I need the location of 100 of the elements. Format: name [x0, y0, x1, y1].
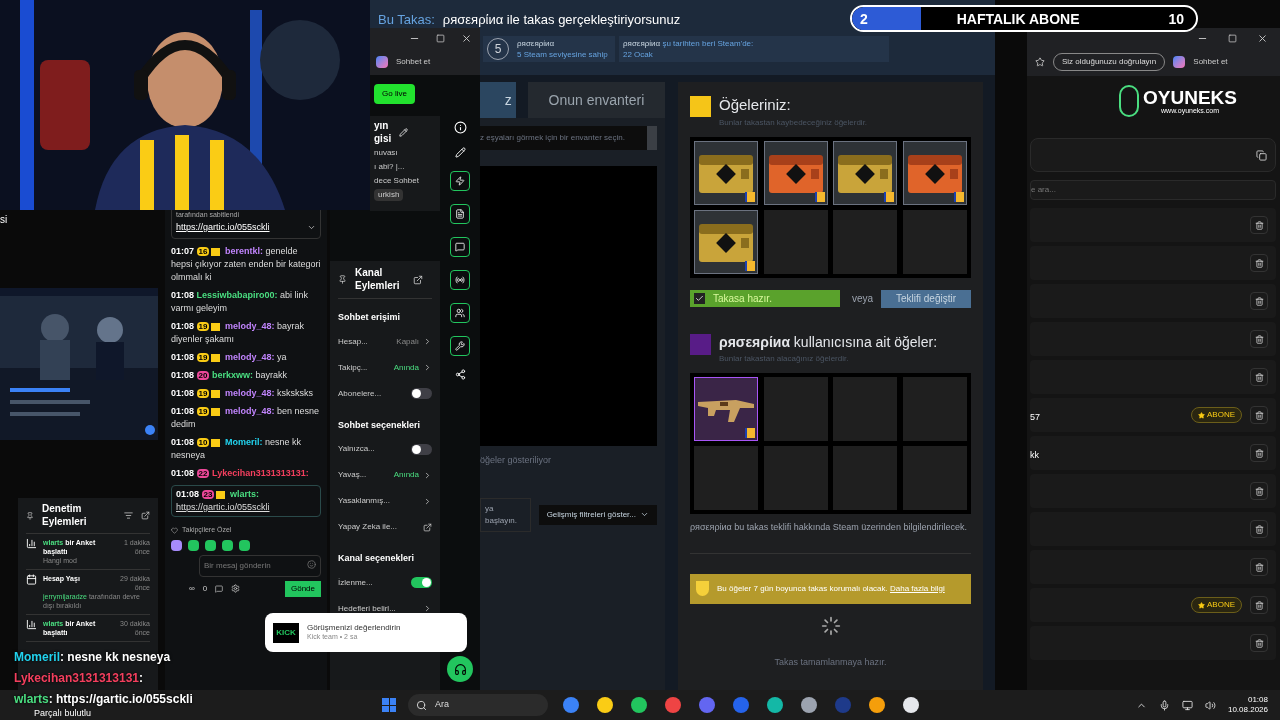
- inventory-tab[interactable]: z: [480, 82, 516, 118]
- setting-row[interactable]: Hesap... Kapalı: [338, 328, 432, 355]
- toggle-switch[interactable]: [411, 388, 432, 399]
- search-field[interactable]: e ara...: [1030, 180, 1276, 200]
- pinned-link[interactable]: https://gartic.io/055sckli: [176, 220, 270, 234]
- change-offer-button[interactable]: Teklifi değiştir: [881, 289, 971, 308]
- trash-icon: [1254, 486, 1264, 496]
- tool-button[interactable]: [450, 237, 470, 257]
- item-slot: [833, 209, 897, 274]
- language-tag: urkish: [374, 189, 404, 201]
- setting-row[interactable]: Takipç... Anında: [338, 354, 432, 381]
- item-slot[interactable]: [694, 376, 758, 441]
- tool-button[interactable]: [450, 171, 470, 191]
- delete-button[interactable]: [1250, 216, 1268, 234]
- item-slot[interactable]: [694, 140, 758, 205]
- emote-icon[interactable]: [239, 539, 250, 551]
- external-link-icon[interactable]: [141, 511, 150, 520]
- microphone-icon[interactable]: [1158, 699, 1170, 711]
- calendar-icon: [26, 574, 37, 585]
- chat-icon[interactable]: [215, 584, 224, 593]
- maximize-icon[interactable]: [436, 33, 445, 43]
- delete-button[interactable]: [1250, 444, 1268, 462]
- taskbar-search[interactable]: Ara: [408, 694, 548, 716]
- app-icon[interactable]: [631, 697, 647, 713]
- item-slot[interactable]: [833, 140, 897, 205]
- tool-button[interactable]: [450, 270, 470, 290]
- setting-row[interactable]: Yapay Zeka ile...: [338, 514, 432, 540]
- ready-checkbox[interactable]: [694, 293, 705, 304]
- close-icon[interactable]: [1257, 32, 1268, 44]
- settings-icon[interactable]: [231, 584, 241, 593]
- emote-icon[interactable]: [188, 539, 199, 551]
- emote-icon[interactable]: [222, 539, 233, 551]
- chat-tab[interactable]: Sohbet et: [1193, 56, 1228, 68]
- share-icon[interactable]: [454, 369, 466, 380]
- pencil-icon[interactable]: [399, 128, 409, 137]
- setting-value: Anında: [393, 361, 419, 374]
- delete-button[interactable]: [1250, 520, 1268, 538]
- toggle-switch[interactable]: [411, 577, 432, 588]
- support-button[interactable]: [447, 656, 473, 682]
- app-icon[interactable]: [767, 697, 783, 713]
- delete-button[interactable]: [1250, 330, 1268, 348]
- filter-icon[interactable]: [124, 511, 133, 520]
- copy-icon[interactable]: [1256, 149, 1267, 161]
- inventory-search-field[interactable]: ya başlayın.: [480, 497, 531, 532]
- tool-button[interactable]: [450, 303, 470, 323]
- item-slot[interactable]: [902, 140, 967, 205]
- go-live-button[interactable]: Go live: [374, 84, 415, 104]
- setting-row[interactable]: Yasaklanmış...: [338, 488, 432, 514]
- copilot-icon: [1173, 56, 1186, 68]
- message-field[interactable]: Bir mesaj gönderin: [199, 554, 321, 577]
- volume-icon[interactable]: [1204, 699, 1216, 711]
- app-icon[interactable]: [903, 697, 919, 713]
- info-icon[interactable]: [453, 121, 467, 134]
- delete-button[interactable]: [1250, 596, 1268, 614]
- network-icon[interactable]: [1181, 699, 1193, 711]
- chat-message: 01:08 19 melody_48: ya: [171, 351, 288, 364]
- trash-icon: [1254, 220, 1264, 230]
- kick-logo: KICK: [273, 622, 299, 643]
- app-icon[interactable]: [597, 697, 613, 713]
- emote-icon[interactable]: [171, 539, 182, 551]
- tool-icon: [455, 275, 465, 285]
- level-badge: 23: [201, 490, 215, 499]
- delete-button[interactable]: [1250, 292, 1268, 310]
- delete-button[interactable]: [1250, 634, 1268, 652]
- level-badge: 10: [196, 438, 210, 447]
- app-icon[interactable]: [801, 697, 817, 713]
- goal-label: HAFTALIK ABONE: [955, 9, 1081, 29]
- delete-button[interactable]: [1250, 558, 1268, 576]
- delete-button[interactable]: [1250, 368, 1268, 386]
- delete-button[interactable]: [1250, 254, 1268, 272]
- filters-button[interactable]: Gelişmiş filtreleri göster...: [538, 504, 657, 525]
- setting-row[interactable]: Yavaş... Anında: [338, 462, 432, 488]
- inventory-select[interactable]: z eşyaları görmek için bir envanter seçin.: [480, 126, 657, 150]
- their-items-title: ρяσεяρίиα kullanıcısına ait öğeler:: [719, 332, 938, 352]
- external-link-icon[interactable]: [413, 274, 423, 285]
- protection-text: Bu öğeler 7 gün boyunca takas korumalı olacak. Daha fazla bilgi: [717, 582, 945, 595]
- chat-tab[interactable]: Sohbet et: [396, 55, 431, 68]
- emoji-icon[interactable]: [307, 559, 316, 569]
- delete-button[interactable]: [1250, 406, 1268, 424]
- emote-icon[interactable]: [205, 539, 216, 551]
- setting-row[interactable]: Abonelere...: [338, 380, 432, 407]
- item-slot: [763, 209, 828, 274]
- item-slot[interactable]: [763, 140, 828, 205]
- star-icon[interactable]: [1035, 57, 1045, 67]
- close-icon[interactable]: [461, 32, 472, 44]
- tool-button[interactable]: [450, 336, 470, 356]
- toggle-switch[interactable]: [411, 443, 432, 455]
- inventory-tab[interactable]: Onun envanteri: [527, 82, 665, 118]
- delete-button[interactable]: [1250, 482, 1268, 500]
- app-icon[interactable]: [869, 697, 885, 713]
- pencil-icon[interactable]: [454, 147, 466, 158]
- maximize-icon[interactable]: [1228, 33, 1237, 43]
- tool-button[interactable]: [450, 204, 470, 224]
- setting-row[interactable]: İzlenme...: [338, 569, 432, 596]
- start-icon[interactable]: [382, 698, 396, 712]
- panel-title: Kanal Eylemleri: [355, 267, 401, 292]
- chevron-right-icon: [423, 470, 432, 480]
- item-slot[interactable]: [694, 209, 758, 274]
- setting-row[interactable]: Yalnızca...: [338, 436, 432, 462]
- send-button[interactable]: Gönde: [284, 580, 321, 597]
